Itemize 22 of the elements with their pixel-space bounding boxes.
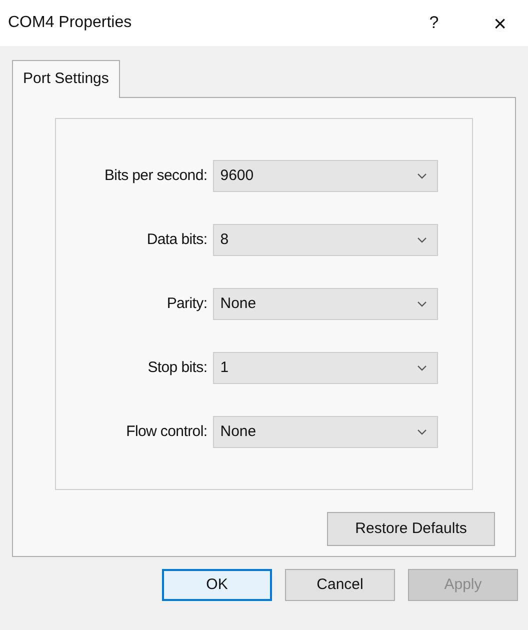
field-label: Flow control: xyxy=(125,422,208,442)
dropdown[interactable]: 1 xyxy=(213,352,438,384)
dropdown[interactable]: 8 xyxy=(213,224,438,256)
close-button[interactable]: × xyxy=(478,5,522,41)
chevron-down-icon xyxy=(417,237,427,243)
chevron-down-icon xyxy=(417,365,427,371)
field-label: Bits per second: xyxy=(103,166,208,186)
restore-defaults-button[interactable]: Restore Defaults xyxy=(327,512,495,546)
dropdown[interactable]: None xyxy=(213,416,438,448)
dialog-button[interactable]: OK xyxy=(162,569,272,601)
help-button[interactable]: ? xyxy=(414,5,454,41)
chevron-down-icon xyxy=(417,429,427,435)
dropdown[interactable]: None xyxy=(213,288,438,320)
dropdown[interactable]: 9600 xyxy=(213,160,438,192)
dialog-button[interactable]: Cancel xyxy=(285,569,395,601)
field-label: Data bits: xyxy=(146,230,208,250)
tab[interactable]: Port Settings xyxy=(12,60,120,98)
chevron-down-icon xyxy=(417,301,427,307)
field-label: Stop bits: xyxy=(146,358,208,378)
window-title: COM4 Properties xyxy=(8,13,133,33)
field-label: Parity: xyxy=(166,294,208,314)
chevron-down-icon xyxy=(417,173,427,179)
